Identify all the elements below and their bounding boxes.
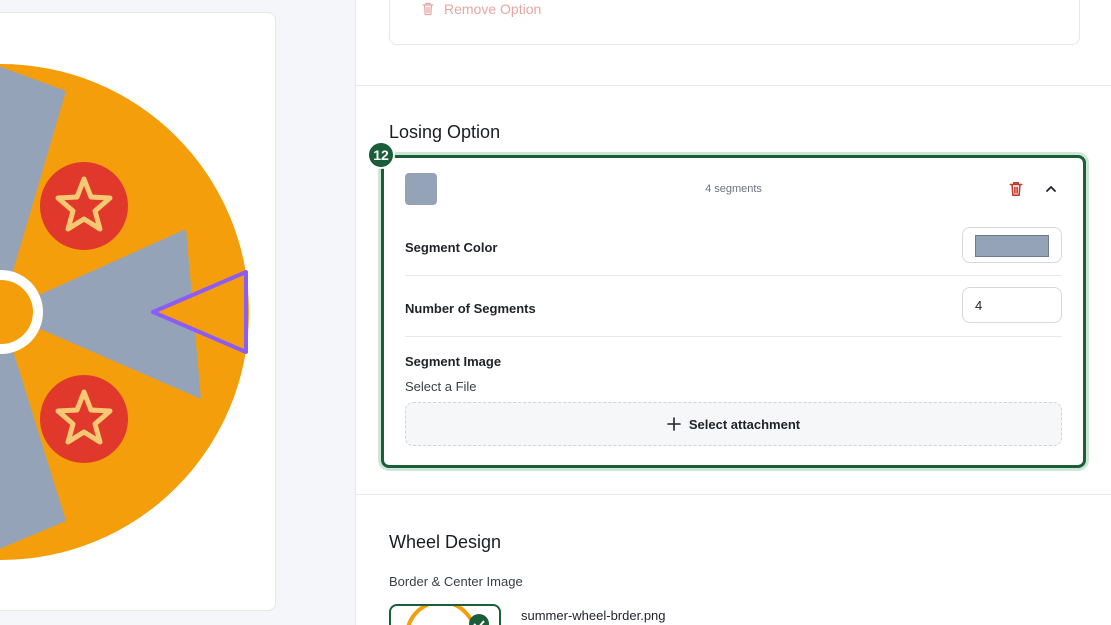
number-of-segments-label: Number of Segments [405,301,536,316]
remove-option-button[interactable]: Remove Option [420,1,541,17]
select-attachment-button[interactable]: Select attachment [405,402,1062,446]
segment-color-label: Segment Color [405,240,498,255]
section-divider [356,494,1111,495]
delete-option-button[interactable] [1007,180,1025,198]
plus-icon [667,417,681,431]
star-icon [40,375,128,463]
select-file-label: Select a File [405,379,477,394]
border-center-label: Border & Center Image [389,574,523,589]
number-of-segments-input[interactable] [962,287,1062,323]
star-icon [40,162,128,250]
select-attachment-label: Select attachment [688,416,801,432]
section-divider [356,85,1111,86]
remove-option-label: Remove Option [444,1,542,17]
check-icon [469,614,489,625]
spin-wheel-preview [0,64,249,560]
segment-color-picker[interactable] [962,227,1062,263]
wheel-design-title: Wheel Design [389,532,502,552]
losing-option-title: Losing Option [389,122,501,142]
option-card: Remove Option [389,0,1080,45]
segments-count: 4 segments [705,183,762,195]
chevron-up-icon[interactable] [1044,182,1058,196]
losing-option-card: 4 segments Segment Color Number of Segme… [381,155,1086,468]
step-badge: 12 [367,141,395,169]
row-divider [405,275,1062,276]
wheel-preview-card [0,12,276,611]
border-image-thumbnail[interactable] [389,604,501,625]
segment-color-fill [975,235,1049,257]
file-name: summer-wheel-brder.png [521,608,666,623]
segment-image-label: Segment Image [405,354,502,369]
row-divider [405,336,1062,337]
trash-icon [422,2,434,16]
